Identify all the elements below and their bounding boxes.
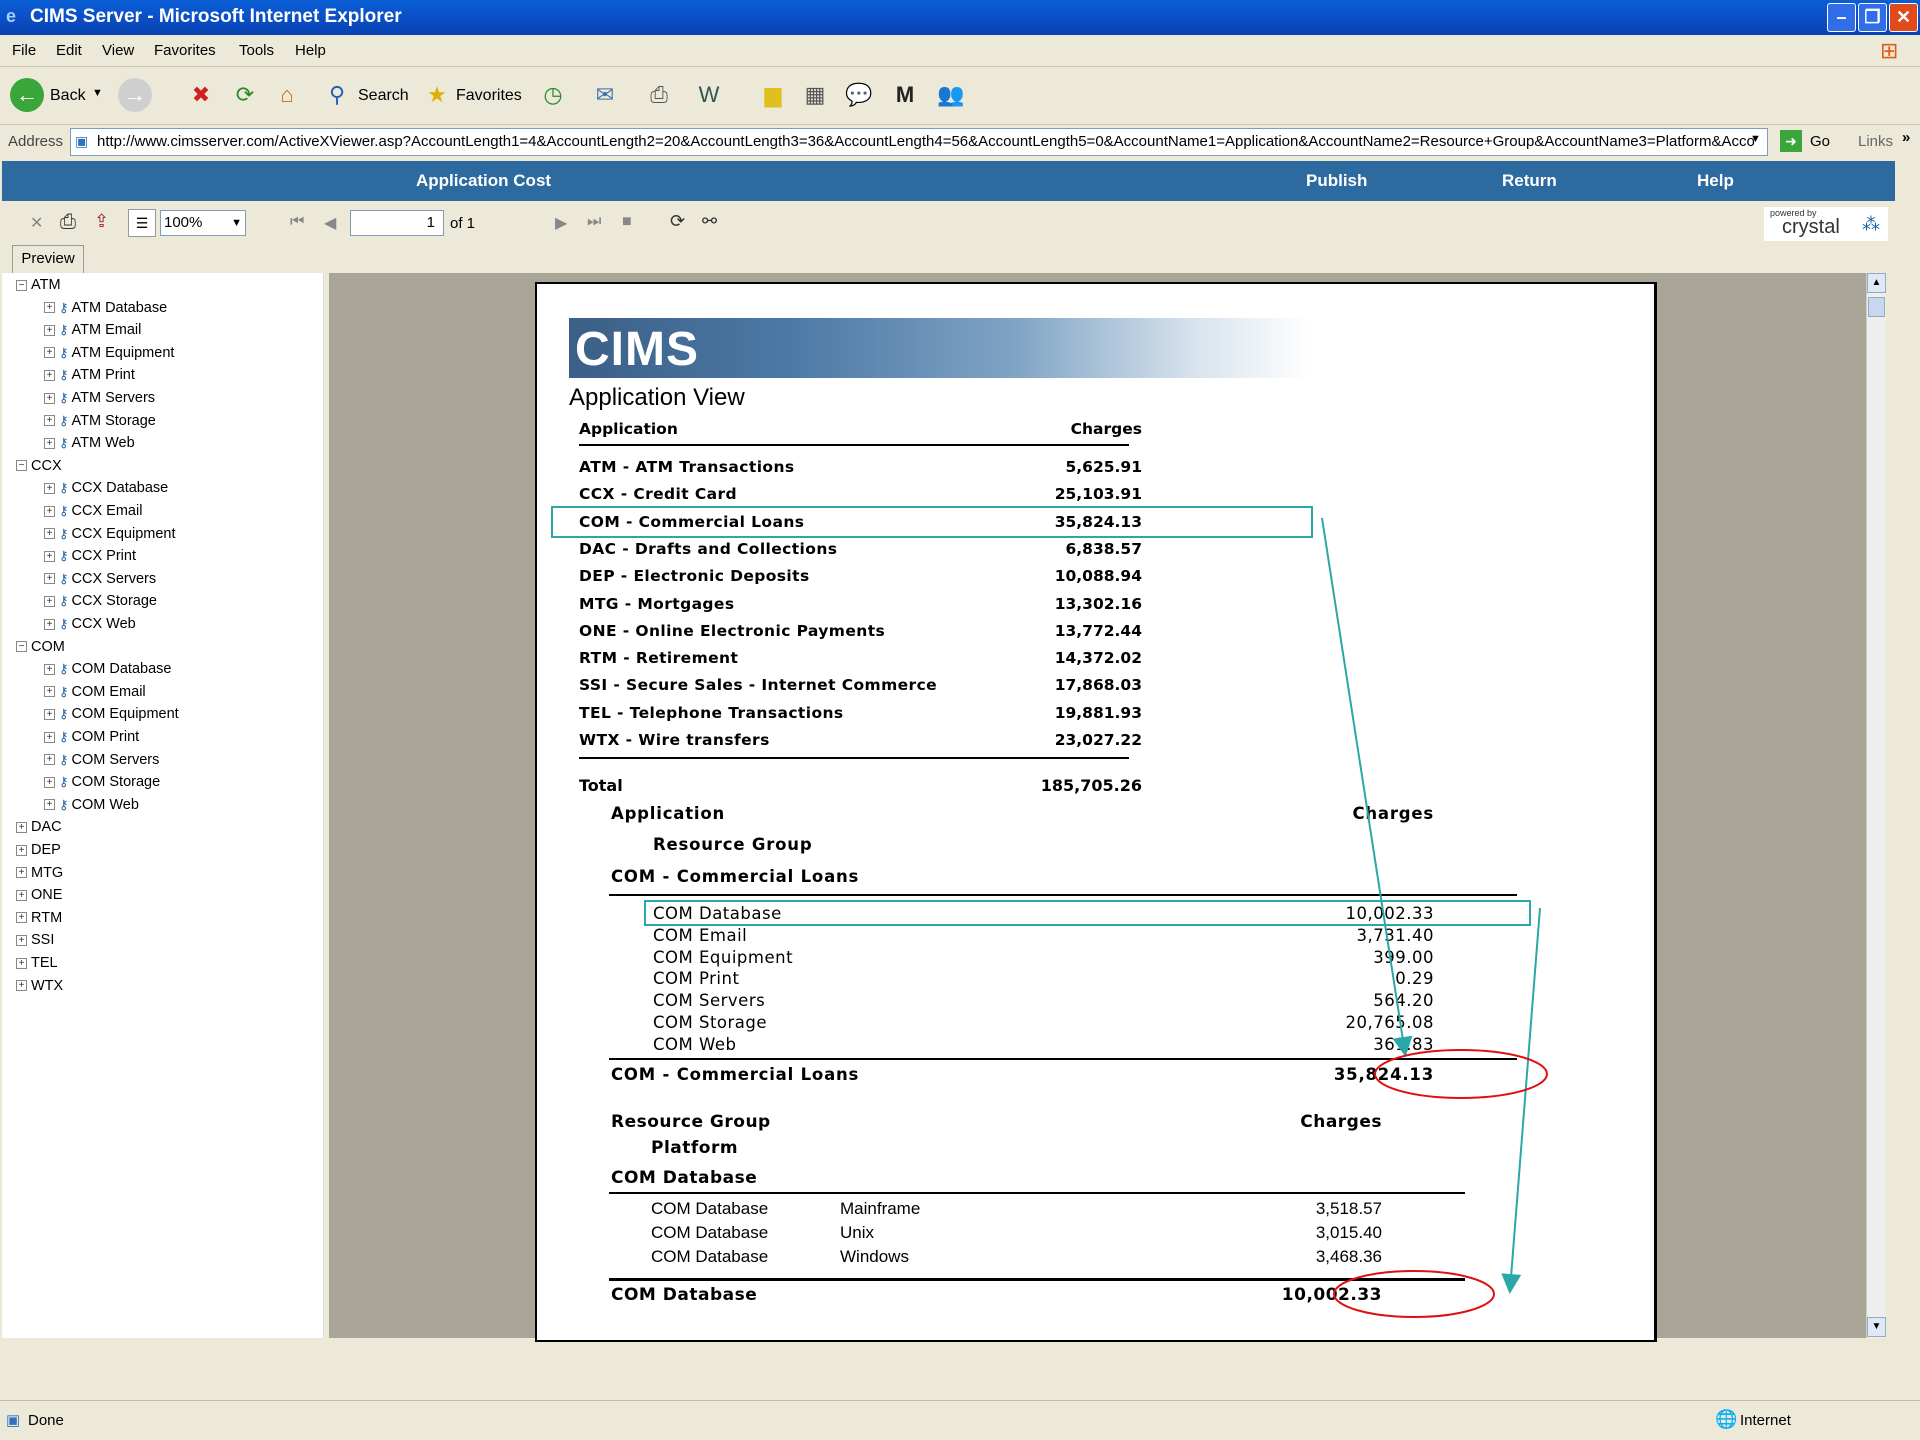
highlight-box-com-database	[644, 900, 1531, 926]
zone-text: Internet	[1740, 1412, 1791, 1429]
circle-loans-total	[1374, 1049, 1548, 1099]
status-page-icon: ▣	[6, 1412, 21, 1429]
globe-icon: 🌐	[1715, 1409, 1738, 1429]
circle-database-total	[1333, 1270, 1495, 1318]
status-text: Done	[28, 1412, 64, 1429]
arrow-to-loans-total	[1321, 517, 1413, 1057]
arrow-to-database-total	[1501, 907, 1541, 1294]
status-bar: ▣ Done 🌐 Internet	[0, 1400, 1920, 1440]
highlight-box-commercial-loans	[551, 506, 1313, 538]
annotation-overlay	[551, 506, 1548, 1318]
